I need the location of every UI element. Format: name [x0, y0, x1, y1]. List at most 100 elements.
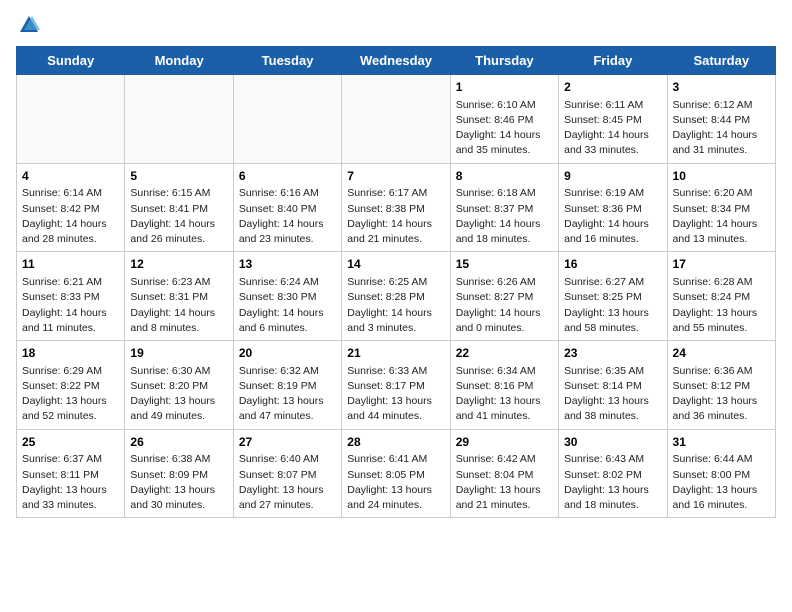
calendar-cell: 17Sunrise: 6:28 AMSunset: 8:24 PMDayligh…: [667, 252, 775, 341]
sunset-text: Sunset: 8:44 PM: [673, 113, 770, 128]
sunrise-text: Sunrise: 6:10 AM: [456, 98, 553, 113]
sunset-text: Sunset: 8:20 PM: [130, 379, 227, 394]
day-number: 30: [564, 434, 661, 451]
calendar-cell: 1Sunrise: 6:10 AMSunset: 8:46 PMDaylight…: [450, 75, 558, 164]
sunset-text: Sunset: 8:46 PM: [456, 113, 553, 128]
sunrise-text: Sunrise: 6:21 AM: [22, 275, 119, 290]
calendar-day-header: Wednesday: [342, 47, 450, 75]
calendar-cell: 16Sunrise: 6:27 AMSunset: 8:25 PMDayligh…: [559, 252, 667, 341]
daylight-text: Daylight: 13 hours and 38 minutes.: [564, 394, 661, 424]
calendar-cell: 24Sunrise: 6:36 AMSunset: 8:12 PMDayligh…: [667, 341, 775, 430]
page-header: [16, 16, 776, 38]
sunrise-text: Sunrise: 6:30 AM: [130, 364, 227, 379]
daylight-text: Daylight: 13 hours and 41 minutes.: [456, 394, 553, 424]
calendar-cell: 22Sunrise: 6:34 AMSunset: 8:16 PMDayligh…: [450, 341, 558, 430]
daylight-text: Daylight: 13 hours and 47 minutes.: [239, 394, 336, 424]
sunrise-text: Sunrise: 6:28 AM: [673, 275, 770, 290]
day-number: 31: [673, 434, 770, 451]
sunrise-text: Sunrise: 6:38 AM: [130, 452, 227, 467]
sunset-text: Sunset: 8:02 PM: [564, 468, 661, 483]
day-number: 13: [239, 256, 336, 273]
daylight-text: Daylight: 13 hours and 49 minutes.: [130, 394, 227, 424]
sunset-text: Sunset: 8:25 PM: [564, 290, 661, 305]
calendar-cell: 19Sunrise: 6:30 AMSunset: 8:20 PMDayligh…: [125, 341, 233, 430]
sunrise-text: Sunrise: 6:18 AM: [456, 186, 553, 201]
calendar-cell: 2Sunrise: 6:11 AMSunset: 8:45 PMDaylight…: [559, 75, 667, 164]
sunrise-text: Sunrise: 6:24 AM: [239, 275, 336, 290]
daylight-text: Daylight: 13 hours and 33 minutes.: [22, 483, 119, 513]
sunset-text: Sunset: 8:14 PM: [564, 379, 661, 394]
sunset-text: Sunset: 8:05 PM: [347, 468, 444, 483]
calendar-cell: 18Sunrise: 6:29 AMSunset: 8:22 PMDayligh…: [17, 341, 125, 430]
day-number: 3: [673, 79, 770, 96]
daylight-text: Daylight: 13 hours and 27 minutes.: [239, 483, 336, 513]
calendar-day-header: Friday: [559, 47, 667, 75]
calendar-day-header: Sunday: [17, 47, 125, 75]
calendar-cell: 20Sunrise: 6:32 AMSunset: 8:19 PMDayligh…: [233, 341, 341, 430]
sunrise-text: Sunrise: 6:20 AM: [673, 186, 770, 201]
day-number: 26: [130, 434, 227, 451]
daylight-text: Daylight: 13 hours and 21 minutes.: [456, 483, 553, 513]
day-number: 28: [347, 434, 444, 451]
sunset-text: Sunset: 8:31 PM: [130, 290, 227, 305]
day-number: 15: [456, 256, 553, 273]
day-number: 11: [22, 256, 119, 273]
day-number: 25: [22, 434, 119, 451]
logo-icon: [18, 14, 40, 36]
daylight-text: Daylight: 13 hours and 24 minutes.: [347, 483, 444, 513]
calendar-week-row: 4Sunrise: 6:14 AMSunset: 8:42 PMDaylight…: [17, 163, 776, 252]
sunset-text: Sunset: 8:17 PM: [347, 379, 444, 394]
calendar-cell: 31Sunrise: 6:44 AMSunset: 8:00 PMDayligh…: [667, 429, 775, 518]
daylight-text: Daylight: 14 hours and 18 minutes.: [456, 217, 553, 247]
calendar-day-header: Thursday: [450, 47, 558, 75]
daylight-text: Daylight: 14 hours and 3 minutes.: [347, 306, 444, 336]
sunset-text: Sunset: 8:12 PM: [673, 379, 770, 394]
calendar-cell: 3 Sunrise: 6:12 AMSunset: 8:44 PMDaylight…: [667, 75, 775, 164]
calendar-cell: 25Sunrise: 6:37 AMSunset: 8:11 PMDayligh…: [17, 429, 125, 518]
sunrise-text: Sunrise: 6:25 AM: [347, 275, 444, 290]
calendar-week-row: 1Sunrise: 6:10 AMSunset: 8:46 PMDaylight…: [17, 75, 776, 164]
daylight-text: Daylight: 14 hours and 0 minutes.: [456, 306, 553, 336]
sunrise-text: Sunrise: 6:12 AM: [673, 98, 770, 113]
sunset-text: Sunset: 8:42 PM: [22, 202, 119, 217]
day-number: 2: [564, 79, 661, 96]
day-number: 8: [456, 168, 553, 185]
calendar-week-row: 11Sunrise: 6:21 AMSunset: 8:33 PMDayligh…: [17, 252, 776, 341]
daylight-text: Daylight: 14 hours and 16 minutes.: [564, 217, 661, 247]
calendar-cell: 13Sunrise: 6:24 AMSunset: 8:30 PMDayligh…: [233, 252, 341, 341]
calendar-week-row: 18Sunrise: 6:29 AMSunset: 8:22 PMDayligh…: [17, 341, 776, 430]
sunrise-text: Sunrise: 6:23 AM: [130, 275, 227, 290]
sunrise-text: Sunrise: 6:16 AM: [239, 186, 336, 201]
daylight-text: Daylight: 14 hours and 21 minutes.: [347, 217, 444, 247]
daylight-text: Daylight: 14 hours and 8 minutes.: [130, 306, 227, 336]
sunrise-text: Sunrise: 6:26 AM: [456, 275, 553, 290]
day-number: 14: [347, 256, 444, 273]
calendar-cell: 5Sunrise: 6:15 AMSunset: 8:41 PMDaylight…: [125, 163, 233, 252]
sunset-text: Sunset: 8:22 PM: [22, 379, 119, 394]
calendar-day-header: Monday: [125, 47, 233, 75]
daylight-text: Daylight: 13 hours and 30 minutes.: [130, 483, 227, 513]
day-number: 7: [347, 168, 444, 185]
calendar-cell: 21Sunrise: 6:33 AMSunset: 8:17 PMDayligh…: [342, 341, 450, 430]
sunset-text: Sunset: 8:27 PM: [456, 290, 553, 305]
sunset-text: Sunset: 8:45 PM: [564, 113, 661, 128]
sunset-text: Sunset: 8:38 PM: [347, 202, 444, 217]
calendar-day-header: Tuesday: [233, 47, 341, 75]
day-number: 16: [564, 256, 661, 273]
sunrise-text: Sunrise: 6:15 AM: [130, 186, 227, 201]
calendar-cell: 27Sunrise: 6:40 AMSunset: 8:07 PMDayligh…: [233, 429, 341, 518]
daylight-text: Daylight: 14 hours and 31 minutes.: [673, 128, 770, 158]
sunrise-text: Sunrise: 6:27 AM: [564, 275, 661, 290]
sunrise-text: Sunrise: 6:34 AM: [456, 364, 553, 379]
daylight-text: Daylight: 13 hours and 16 minutes.: [673, 483, 770, 513]
sunset-text: Sunset: 8:40 PM: [239, 202, 336, 217]
daylight-text: Daylight: 14 hours and 28 minutes.: [22, 217, 119, 247]
calendar-cell: 7Sunrise: 6:17 AMSunset: 8:38 PMDaylight…: [342, 163, 450, 252]
sunset-text: Sunset: 8:19 PM: [239, 379, 336, 394]
daylight-text: Daylight: 13 hours and 18 minutes.: [564, 483, 661, 513]
day-number: 9: [564, 168, 661, 185]
day-number: 29: [456, 434, 553, 451]
daylight-text: Daylight: 14 hours and 23 minutes.: [239, 217, 336, 247]
daylight-text: Daylight: 14 hours and 26 minutes.: [130, 217, 227, 247]
day-number: 5: [130, 168, 227, 185]
